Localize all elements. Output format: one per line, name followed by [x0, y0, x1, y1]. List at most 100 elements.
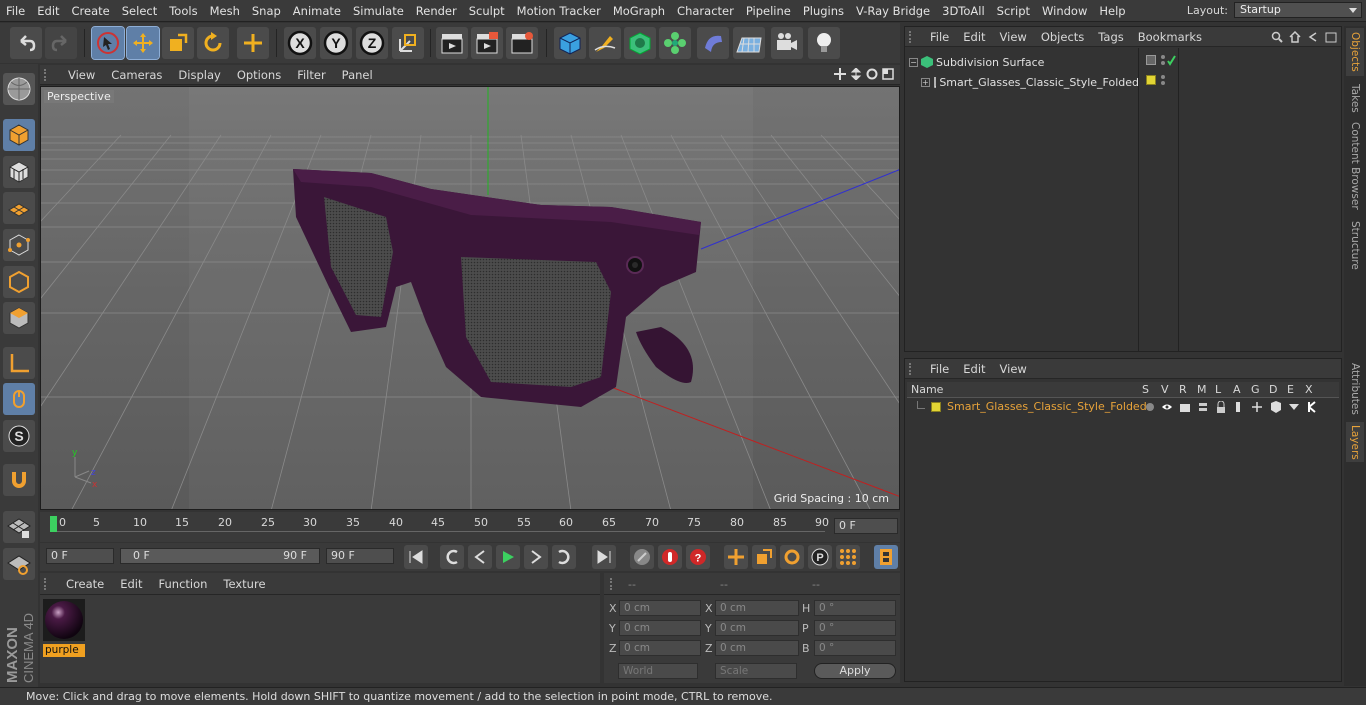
dolly-icon[interactable] [850, 68, 862, 80]
floor-object-button[interactable] [733, 27, 765, 59]
material-swatch[interactable]: purple [43, 599, 85, 657]
snapping-button[interactable] [3, 464, 35, 496]
goto-end-button[interactable] [592, 545, 616, 569]
model-mode-button[interactable] [3, 119, 35, 151]
move-tool-button[interactable] [126, 26, 160, 60]
points-mode-button[interactable] [3, 229, 35, 261]
cube-object-button[interactable] [554, 27, 586, 59]
min-time-field[interactable]: 0 F [46, 548, 114, 564]
make-editable-button[interactable] [3, 73, 35, 105]
rotate-tool-button[interactable] [197, 27, 229, 59]
menu-help[interactable]: Help [1093, 4, 1131, 18]
menu-plugins[interactable]: Plugins [797, 4, 850, 18]
key-point-level-button[interactable] [836, 545, 860, 569]
menu-simulate[interactable]: Simulate [347, 4, 410, 18]
size-y-field[interactable]: 0 cm [715, 620, 799, 636]
position-y-field[interactable]: 0 cm [619, 620, 701, 636]
record-active-button[interactable] [658, 545, 682, 569]
lm-menu-file[interactable]: File [923, 362, 956, 376]
mograph-cloner-button[interactable] [659, 27, 691, 59]
menu-edit[interactable]: Edit [31, 4, 65, 18]
column-solo[interactable]: S [1142, 383, 1149, 396]
column-manager[interactable]: M [1197, 383, 1207, 396]
prev-frame-button[interactable] [468, 545, 492, 569]
redo-button[interactable] [45, 27, 77, 59]
position-z-field[interactable]: 0 cm [619, 640, 701, 656]
soft-selection-button[interactable]: S [3, 420, 35, 452]
coordinate-space-dropdown[interactable]: World [618, 663, 698, 679]
material-menu-create[interactable]: Create [58, 577, 112, 591]
timeline-ruler[interactable]: 0 5 10 15 20 25 30 35 40 45 50 55 60 65 … [40, 512, 900, 542]
subdivision-surface-button[interactable] [624, 27, 656, 59]
om-menu-file[interactable]: File [923, 30, 956, 44]
column-generators[interactable]: G [1251, 383, 1260, 396]
edges-mode-button[interactable] [3, 266, 35, 298]
menu-3dtoall[interactable]: 3DToAll [936, 4, 991, 18]
tab-layers[interactable]: Layers [1346, 422, 1364, 462]
maximize-view-icon[interactable] [882, 68, 894, 80]
column-name[interactable]: Name [911, 383, 943, 396]
layer-toggle[interactable] [1146, 55, 1156, 65]
viewport-menu-cameras[interactable]: Cameras [103, 68, 170, 82]
render-view-button[interactable] [436, 27, 468, 59]
x-axis-lock-button[interactable]: X [284, 27, 316, 59]
key-parameter-button[interactable]: P [808, 545, 832, 569]
material-menu-function[interactable]: Function [151, 577, 216, 591]
om-menu-view[interactable]: View [993, 30, 1034, 44]
render-picture-viewer-button[interactable] [471, 27, 503, 59]
viewport-menu-panel[interactable]: Panel [334, 68, 381, 82]
orbit-icon[interactable] [866, 68, 878, 80]
menu-animate[interactable]: Animate [287, 4, 347, 18]
om-menu-tags[interactable]: Tags [1091, 30, 1130, 44]
viewport-menu-options[interactable]: Options [229, 68, 289, 82]
om-menu-bookmarks[interactable]: Bookmarks [1131, 30, 1209, 44]
layer-row[interactable]: Smart_Glasses_Classic_Style_Folded [907, 399, 1339, 415]
coordinate-system-button[interactable] [392, 27, 424, 59]
tweak-mode-button[interactable] [3, 383, 35, 415]
live-selection-button[interactable] [91, 26, 125, 60]
axis-mode-button[interactable] [3, 347, 35, 379]
tab-objects[interactable]: Objects [1346, 28, 1364, 76]
menu-motion-tracker[interactable]: Motion Tracker [511, 4, 607, 18]
key-scale-button[interactable] [752, 545, 776, 569]
menu-window[interactable]: Window [1036, 4, 1093, 18]
om-menu-edit[interactable]: Edit [956, 30, 992, 44]
column-xref[interactable]: X [1305, 383, 1313, 396]
layer-color-swatch[interactable] [931, 402, 941, 412]
column-render[interactable]: R [1179, 383, 1187, 396]
object-name[interactable]: Subdivision Surface [936, 56, 1044, 69]
material-menu-texture[interactable]: Texture [215, 577, 273, 591]
menu-script[interactable]: Script [991, 4, 1036, 18]
current-frame-field[interactable]: 0 F [834, 518, 898, 534]
timeline-window-button[interactable] [874, 545, 898, 569]
next-key-button[interactable] [552, 545, 576, 569]
column-deformers[interactable]: D [1269, 383, 1277, 396]
menu-mesh[interactable]: Mesh [204, 4, 246, 18]
apply-button[interactable]: Apply [814, 663, 896, 679]
deformer-button[interactable] [697, 27, 729, 59]
layout-dropdown[interactable]: Startup [1234, 2, 1362, 18]
play-button[interactable] [496, 545, 520, 569]
timeline-track[interactable]: 0 5 10 15 20 25 30 35 40 45 50 55 60 65 … [50, 516, 829, 532]
tab-structure[interactable]: Structure [1346, 216, 1364, 274]
size-x-field[interactable]: 0 cm [715, 600, 799, 616]
key-position-button[interactable] [724, 545, 748, 569]
viewport-menu-view[interactable]: View [60, 68, 103, 82]
collapse-toggle[interactable]: − [909, 57, 918, 67]
column-animation[interactable]: A [1233, 383, 1241, 396]
light-object-button[interactable] [808, 27, 840, 59]
back-icon[interactable] [1307, 31, 1319, 43]
rotation-h-field[interactable]: 0 ° [814, 600, 896, 616]
column-expressions[interactable]: E [1287, 383, 1294, 396]
menu-sculpt[interactable]: Sculpt [463, 4, 511, 18]
undo-button[interactable] [10, 27, 42, 59]
size-z-field[interactable]: 0 cm [715, 640, 799, 656]
perspective-viewport[interactable]: y z x Perspective Grid Spacing : 10 cm [40, 86, 900, 510]
column-locked[interactable]: L [1215, 383, 1221, 396]
position-x-field[interactable]: 0 cm [619, 600, 701, 616]
material-menu-edit[interactable]: Edit [112, 577, 150, 591]
menu-tools[interactable]: Tools [163, 4, 203, 18]
max-time-field[interactable]: 90 F [326, 548, 394, 564]
object-name[interactable]: Smart_Glasses_Classic_Style_Folded [939, 76, 1139, 89]
key-rotation-button[interactable] [780, 545, 804, 569]
